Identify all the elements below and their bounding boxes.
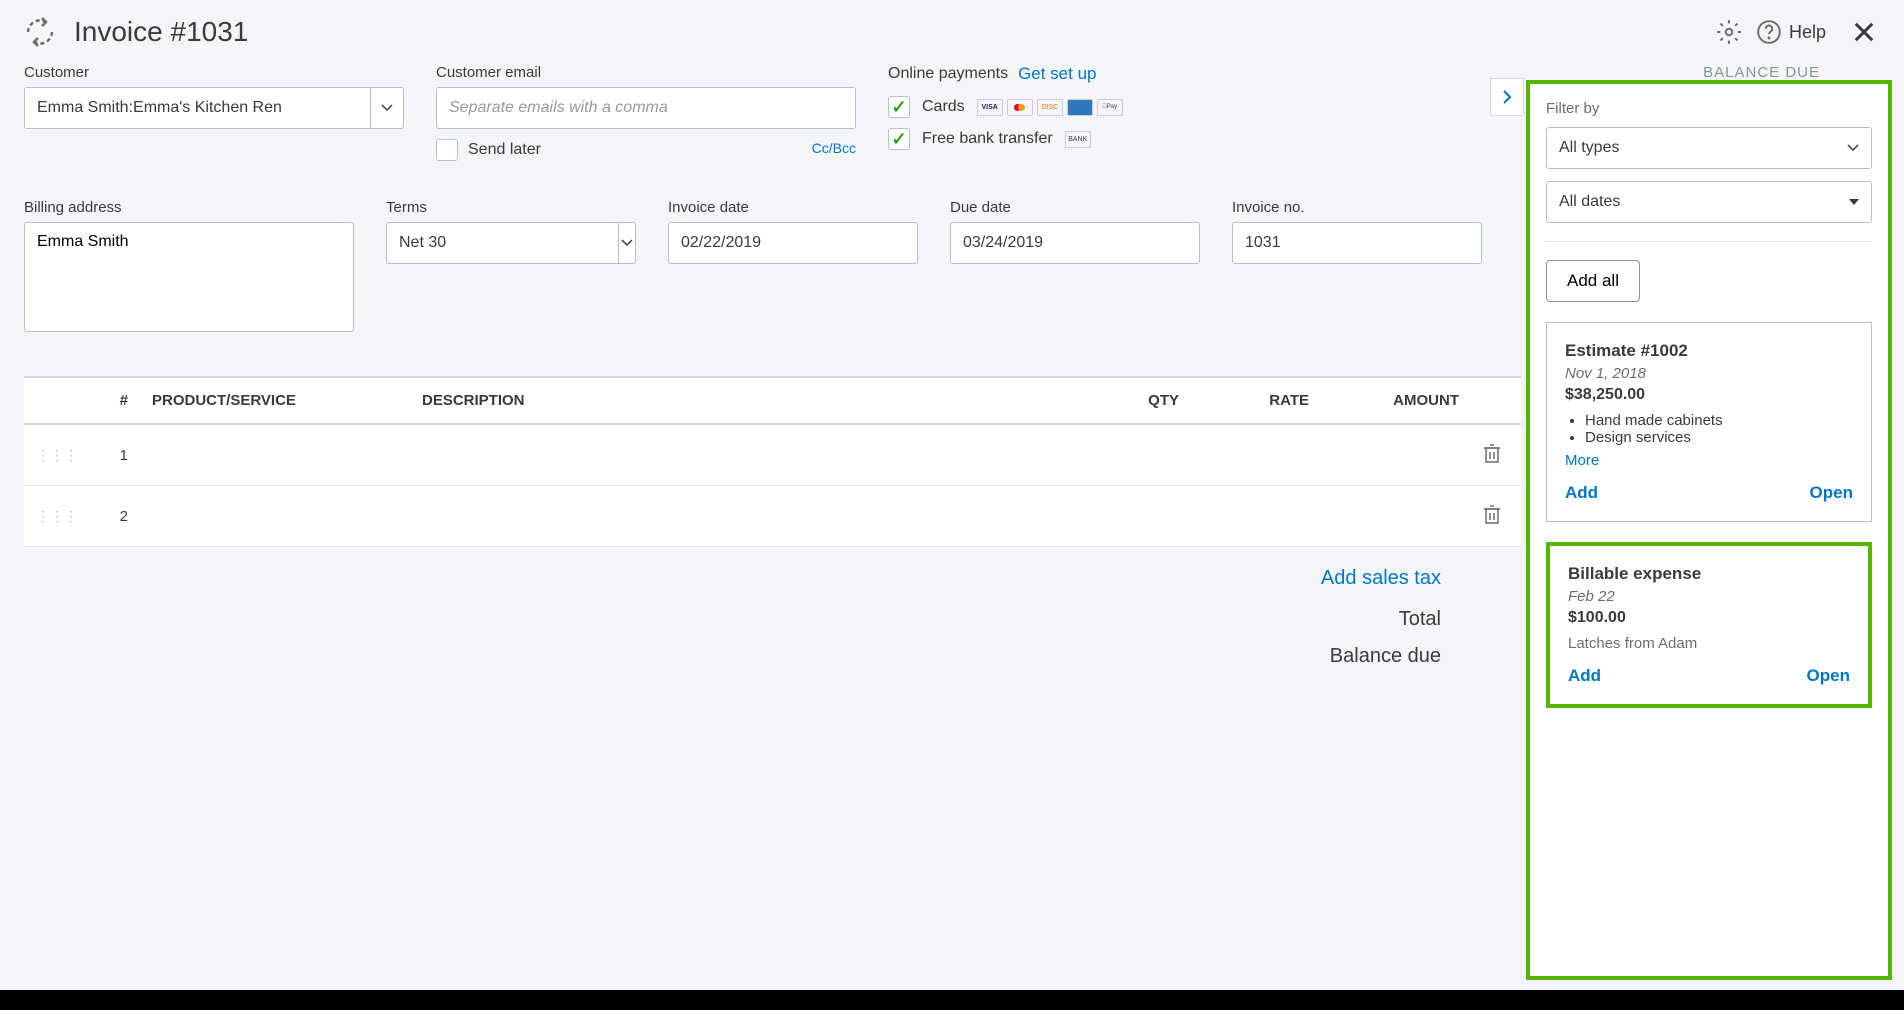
due-date-label: Due date	[950, 199, 1200, 216]
trash-icon[interactable]	[1483, 511, 1501, 528]
linked-item-title: Estimate #1002	[1565, 341, 1853, 361]
table-row[interactable]: ⋮⋮⋮ 2	[24, 486, 1521, 547]
close-icon	[1850, 18, 1878, 46]
customer-label: Customer	[24, 64, 404, 81]
send-later-checkbox[interactable]	[436, 139, 458, 161]
total-label: Total	[48, 608, 1441, 631]
invoice-date-input[interactable]	[668, 222, 918, 264]
col-qty: QTY	[1081, 377, 1191, 424]
invoice-no-label: Invoice no.	[1232, 199, 1482, 216]
card-brand-icons: VISA DISC Pay	[977, 99, 1123, 116]
ccbcc-link[interactable]: Cc/Bcc	[812, 140, 856, 156]
bank-icon: BANK	[1065, 131, 1091, 148]
table-row[interactable]: ⋮⋮⋮ 1	[24, 424, 1521, 486]
terms-dropdown-button[interactable]	[618, 222, 636, 264]
filter-type-select[interactable]: All types	[1546, 127, 1872, 169]
linked-item-date: Feb 22	[1568, 588, 1850, 605]
linked-item-line: Design services	[1585, 429, 1853, 446]
help-label[interactable]: Help	[1789, 22, 1826, 43]
linked-transactions-panel: Filter by All types All dates Add all Es…	[1526, 80, 1892, 980]
linked-item-estimate: Estimate #1002 Nov 1, 2018 $38,250.00 Ha…	[1546, 322, 1872, 522]
chevron-down-icon	[381, 104, 393, 112]
row-num: 2	[90, 486, 140, 547]
add-link[interactable]: Add	[1565, 483, 1598, 503]
cards-label: Cards	[922, 98, 965, 116]
recurring-icon	[24, 16, 56, 48]
balance-due-label: BALANCE DUE	[1700, 64, 1820, 81]
filter-date-select[interactable]: All dates	[1546, 181, 1872, 223]
add-sales-tax-link[interactable]: Add sales tax	[48, 567, 1441, 590]
linked-item-date: Nov 1, 2018	[1565, 365, 1853, 382]
email-input[interactable]	[436, 87, 856, 129]
linked-item-title: Billable expense	[1568, 564, 1850, 584]
row-num: 1	[90, 424, 140, 486]
invoice-date-label: Invoice date	[668, 199, 918, 216]
drag-handle-icon[interactable]: ⋮⋮⋮	[36, 508, 78, 524]
caret-down-icon	[1849, 199, 1859, 205]
invoice-no-input[interactable]	[1232, 222, 1482, 264]
chevron-down-icon	[621, 239, 633, 247]
cards-checkbox[interactable]	[888, 96, 910, 118]
due-date-input[interactable]	[950, 222, 1200, 264]
chevron-down-icon	[1847, 144, 1859, 152]
linked-item-amount: $38,250.00	[1565, 386, 1853, 404]
email-label: Customer email	[436, 64, 856, 81]
linked-item-desc: Latches from Adam	[1568, 635, 1850, 652]
sidebar-toggle-button[interactable]	[1490, 78, 1524, 116]
col-num: #	[90, 377, 140, 424]
footer-bar	[0, 990, 1904, 1010]
send-later-label: Send later	[468, 141, 541, 159]
chevron-right-icon	[1501, 89, 1513, 105]
col-rate: RATE	[1191, 377, 1321, 424]
col-description: DESCRIPTION	[410, 377, 1081, 424]
gear-icon	[1716, 19, 1742, 45]
add-link[interactable]: Add	[1568, 666, 1601, 686]
close-button[interactable]	[1848, 16, 1880, 48]
linked-item-billable-expense: Billable expense Feb 22 $100.00 Latches …	[1546, 542, 1872, 708]
trash-icon[interactable]	[1483, 450, 1501, 467]
help-icon	[1756, 19, 1782, 45]
col-product: PRODUCT/SERVICE	[140, 377, 410, 424]
terms-label: Terms	[386, 199, 636, 216]
get-setup-link[interactable]: Get set up	[1018, 64, 1096, 84]
open-link[interactable]: Open	[1810, 483, 1853, 503]
terms-select[interactable]	[386, 222, 618, 264]
add-all-button[interactable]: Add all	[1546, 260, 1640, 302]
more-link[interactable]: More	[1565, 452, 1853, 469]
filter-by-label: Filter by	[1546, 100, 1872, 117]
help-button[interactable]	[1753, 16, 1785, 48]
balance-due-label: Balance due	[48, 645, 1441, 668]
settings-button[interactable]	[1713, 16, 1745, 48]
linked-item-amount: $100.00	[1568, 609, 1850, 627]
online-payments-label: Online payments	[888, 65, 1008, 83]
customer-select[interactable]	[24, 87, 370, 129]
col-amount: AMOUNT	[1321, 377, 1471, 424]
billing-input[interactable]	[24, 222, 354, 332]
bank-checkbox[interactable]	[888, 128, 910, 150]
linked-item-line: Hand made cabinets	[1585, 412, 1853, 429]
billing-label: Billing address	[24, 199, 354, 216]
page-title: Invoice #1031	[74, 16, 248, 48]
bank-label: Free bank transfer	[922, 130, 1053, 148]
open-link[interactable]: Open	[1807, 666, 1850, 686]
drag-handle-icon[interactable]: ⋮⋮⋮	[36, 447, 78, 463]
customer-dropdown-button[interactable]	[370, 87, 404, 129]
